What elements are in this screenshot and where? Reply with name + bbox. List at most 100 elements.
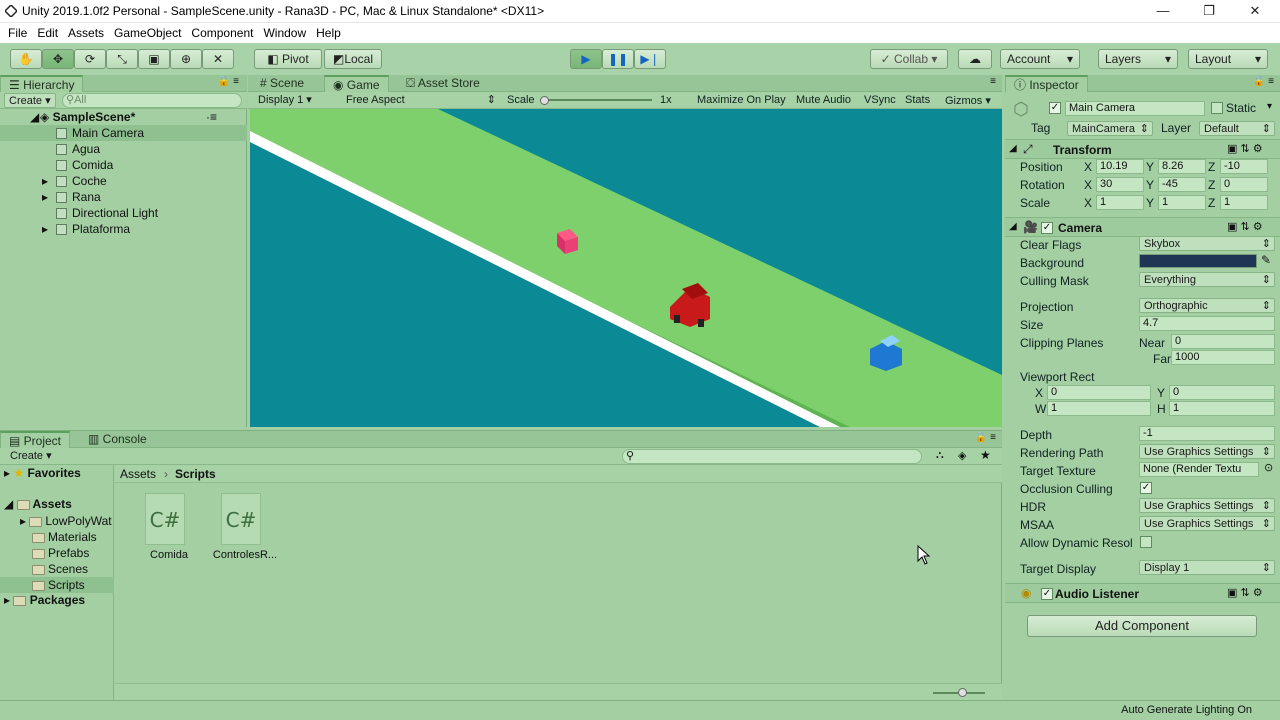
viewport-h-field[interactable]: 1 [1169,401,1275,416]
hierarchy-item-rana[interactable]: ▸ Rana [0,189,247,205]
tab-hierarchy[interactable]: ☰ Hierarchy [0,75,84,92]
component-icons[interactable]: ▣ ⇅ ⚙ [1227,142,1263,155]
assets-root-row[interactable]: ◢ Assets [4,497,72,511]
viewport-x-field[interactable]: 0 [1047,385,1151,400]
expand-arrow-icon[interactable]: ▸ [42,173,48,189]
component-icons[interactable]: ▣ ⇅ ⚙ [1227,586,1263,599]
tab-project[interactable]: ▤ Project [0,431,71,448]
audio-listener-header[interactable]: ◉ ✓ Audio Listener ▣ ⇅ ⚙ [1005,583,1280,603]
expand-arrow-icon[interactable]: ▸ [42,189,48,205]
projection-dropdown[interactable]: Orthographic ⇕ [1139,298,1275,313]
maximize-button[interactable]: ❐ [1186,0,1232,23]
filter-label-icon[interactable]: ◈ [958,449,966,462]
folder-item-scenes[interactable]: Scenes [0,561,114,577]
size-field[interactable]: 4.7 [1139,316,1275,331]
panel-menu-icon[interactable]: 🔒 ≡ [218,76,239,87]
far-field[interactable]: 1000 [1171,350,1275,365]
object-picker-icon[interactable]: ⊙ [1264,461,1273,474]
chevron-down-icon[interactable]: ▾ [1267,101,1272,112]
tab-scene[interactable]: # Scene [252,75,312,92]
menu-component[interactable]: Component [186,23,258,43]
favorite-star-icon[interactable]: ★ [980,448,991,462]
static-checkbox[interactable] [1211,102,1223,114]
tab-console[interactable]: ▥ Console [80,431,155,448]
camera-header[interactable]: ◢ 🎥 ✓ Camera ▣ ⇅ ⚙ [1005,217,1280,237]
near-field[interactable]: 0 [1171,334,1275,349]
object-name-field[interactable]: Main Camera [1065,101,1205,116]
allow-dynamic-resolution-checkbox[interactable] [1140,536,1152,548]
hierarchy-item-coche[interactable]: ▸ Coche [0,173,247,189]
active-checkbox[interactable]: ✓ [1049,102,1061,114]
mute-audio-toggle[interactable]: Mute Audio [796,94,851,106]
transform-scale-z-field[interactable]: 1 [1220,195,1268,210]
hierarchy-item-main-camera[interactable]: Main Camera [0,125,247,141]
panel-menu-icon[interactable]: ≡ [990,76,996,87]
play-button[interactable]: ▶ [570,49,602,69]
account-dropdown[interactable]: Account ▾ [1000,49,1080,69]
breadcrumb-assets[interactable]: Assets [120,467,156,481]
camera-enabled-checkbox[interactable]: ✓ [1041,222,1053,234]
depth-field[interactable]: -1 [1139,426,1275,441]
panel-menu-icon[interactable]: 🔒 ≡ [1253,76,1274,87]
transform-header[interactable]: ◢ ⤢ Transform ▣ ⇅ ⚙ [1005,139,1280,159]
component-icons[interactable]: ▣ ⇅ ⚙ [1227,220,1263,233]
rotate-tool-button[interactable]: ⟳ [74,49,106,69]
msaa-dropdown[interactable]: Use Graphics Settings ⇕ [1139,516,1275,531]
folder-item-materials[interactable]: Materials [0,529,114,545]
target-display-dropdown[interactable]: Display 1 ⇕ [1139,560,1275,575]
pivot-toggle[interactable]: ◧ Pivot [254,49,322,69]
move-tool-button[interactable]: ✥ [42,49,74,69]
transform-position-z-field[interactable]: -10 [1220,159,1268,174]
breadcrumb-scripts[interactable]: Scripts [175,467,216,481]
folder-item-prefabs[interactable]: Prefabs [0,545,114,561]
vsync-toggle[interactable]: VSync [864,94,896,106]
menu-window[interactable]: Window [258,23,311,43]
hierarchy-item-agua[interactable]: Agua [0,141,247,157]
hierarchy-item-comida[interactable]: Comida [0,157,247,173]
local-toggle[interactable]: ◩Local [324,49,382,69]
cloud-button[interactable]: ☁ [958,49,992,69]
collab-dropdown[interactable]: ✓ Collab ▾ [870,49,948,69]
viewport-y-field[interactable]: 0 [1169,385,1275,400]
icon-size-thumb[interactable] [958,688,967,697]
transform-rotation-x-field[interactable]: 30 [1096,177,1144,192]
menu-edit[interactable]: Edit [32,23,63,43]
project-create-dropdown[interactable]: Create ▾ [6,449,58,464]
culling-mask-dropdown[interactable]: Everything ⇕ [1139,272,1275,287]
rendering-path-dropdown[interactable]: Use Graphics Settings ⇕ [1139,444,1275,459]
transform-rotation-y-field[interactable]: -45 [1158,177,1206,192]
folder-item-scripts[interactable]: Scripts [0,577,114,593]
add-component-button[interactable]: Add Component [1027,615,1257,637]
tab-asset-store[interactable]: ⛋ Asset Store [398,75,488,92]
transform-position-x-field[interactable]: 10.19 [1096,159,1144,174]
folder-item-lowpolywat[interactable]: ▸ LowPolyWat [0,513,114,529]
aspect-dropdown[interactable]: Free Aspect ⇕ [342,93,500,108]
background-color-swatch[interactable] [1139,254,1257,268]
tab-game[interactable]: ◉ Game [324,75,389,92]
hierarchy-item-plataforma[interactable]: ▸ Plataforma [0,221,247,237]
menu-help[interactable]: Help [311,23,346,43]
custom-tool-button[interactable]: ✕ [202,49,234,69]
minimize-button[interactable]: — [1140,0,1186,23]
game-viewport[interactable] [250,109,1002,427]
tag-dropdown[interactable]: MainCamera ⇕ [1067,121,1153,136]
panel-menu-icon[interactable]: 🔒 ≡ [975,432,996,443]
transform-scale-x-field[interactable]: 1 [1096,195,1144,210]
filter-type-icon[interactable]: ⛬ [936,449,944,462]
favorites-row[interactable]: ▸ ★ Favorites [4,466,81,480]
display-dropdown[interactable]: Display 1 ▾ [254,93,338,108]
expand-arrow-icon[interactable]: ▸ [42,221,48,237]
script-asset[interactable]: C# ControlesR... [209,493,281,573]
layer-dropdown[interactable]: Default ⇕ [1199,121,1275,136]
maximize-on-play-toggle[interactable]: Maximize On Play [697,94,786,106]
project-search-input[interactable]: ⚲ [622,449,922,464]
transform-position-y-field[interactable]: 8.26 [1158,159,1206,174]
menu-gameobject[interactable]: GameObject [109,23,186,43]
scene-menu-icon[interactable]: ·≡ [206,109,217,125]
transform-scale-y-field[interactable]: 1 [1158,195,1206,210]
rect-tool-button[interactable]: ▣ [138,49,170,69]
clear-flags-dropdown[interactable]: Skybox ⇕ [1139,236,1275,251]
transform-rotation-z-field[interactable]: 0 [1220,177,1268,192]
stats-toggle[interactable]: Stats [905,94,930,106]
occlusion-culling-checkbox[interactable]: ✓ [1140,482,1152,494]
